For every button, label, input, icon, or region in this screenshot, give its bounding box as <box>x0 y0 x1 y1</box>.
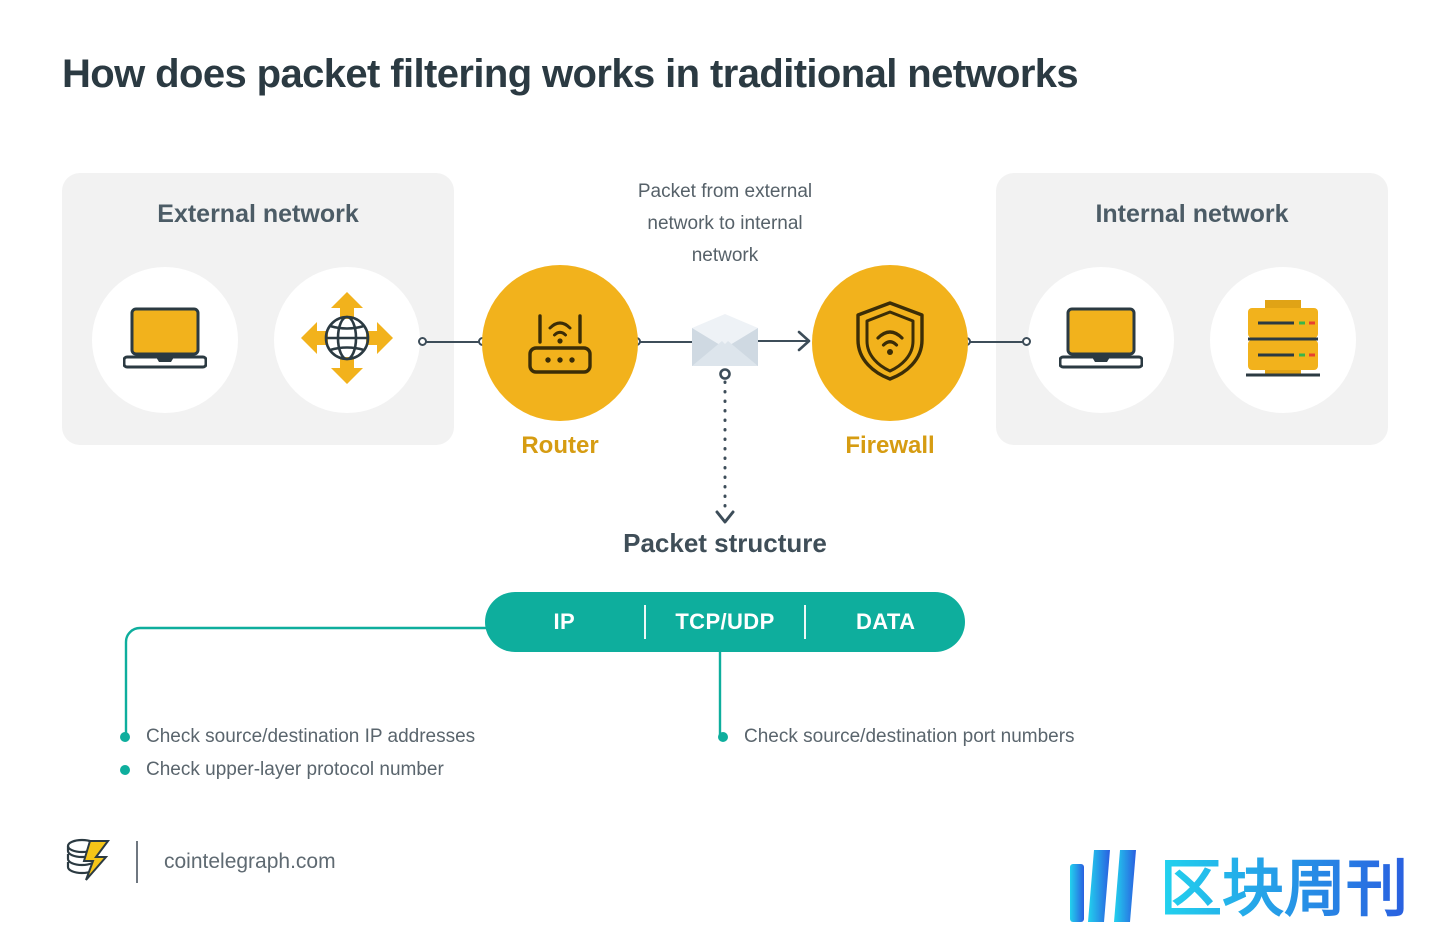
router-icon <box>522 306 598 381</box>
list-item-label: Check upper-layer protocol number <box>146 758 444 780</box>
packet-caption-line: network <box>691 245 759 266</box>
connector-envelope-firewall <box>758 328 818 361</box>
connector-firewall-internal <box>966 341 1028 343</box>
connector-dot <box>418 337 427 346</box>
laptop-icon <box>122 305 208 376</box>
packet-detail-connector <box>708 368 742 528</box>
shield-wifi-icon <box>853 300 927 387</box>
external-network-title: External network <box>157 200 359 228</box>
bullet-dot-icon <box>718 731 728 742</box>
envelope-icon <box>690 314 760 368</box>
footer-site[interactable]: cointelegraph.com <box>164 850 336 874</box>
firewall-node[interactable] <box>812 265 968 421</box>
footer: cointelegraph.com <box>60 833 336 890</box>
watermark-text: 区块周刊 <box>1160 852 1408 925</box>
cointelegraph-logo <box>60 833 112 890</box>
packet-field-divider <box>804 605 807 639</box>
packet-field-data: DATA <box>855 609 916 634</box>
ip-annotation-list: Check source/destination IP addresses Ch… <box>120 720 475 786</box>
list-item-label: Check source/destination port numbers <box>744 725 1075 747</box>
footer-divider <box>136 840 138 883</box>
packet-field-divider <box>643 605 646 639</box>
internal-server-disc <box>1210 267 1356 413</box>
list-item-label: Check source/destination IP addresses <box>146 725 476 747</box>
packet-field-tcp-udp: TCP/UDP <box>675 609 775 634</box>
list-item: Check upper-layer protocol number <box>120 753 475 786</box>
list-item: Check source/destination IP addresses <box>120 720 475 753</box>
router-label: Router <box>521 432 599 459</box>
infographic-canvas: How does packet filtering works in tradi… <box>0 0 1450 941</box>
connector-router-envelope <box>636 341 692 343</box>
packet-caption: Packet from external network to internal… <box>600 176 850 272</box>
external-network-panel: External network <box>62 173 454 445</box>
connector-external-router <box>422 341 484 343</box>
internal-laptop-disc <box>1028 267 1174 413</box>
server-icon <box>1240 295 1326 386</box>
globe-arrows-icon <box>299 290 395 391</box>
packet-field-ip: IP <box>553 609 576 634</box>
packet-caption-line: Packet from external <box>637 181 813 202</box>
packet-structure-title: Packet structure <box>623 528 827 558</box>
connector-dot <box>1022 337 1031 346</box>
firewall-label: Firewall <box>845 432 935 459</box>
watermark-logo: 区块周刊 <box>1068 846 1428 931</box>
external-laptop-disc <box>92 267 238 413</box>
bullet-dot-icon <box>120 764 130 775</box>
packet-structure-bar: IP TCP/UDP DATA <box>485 592 965 652</box>
packet-caption-line: network to internal <box>647 213 803 234</box>
page-title: How does packet filtering works in tradi… <box>62 52 1079 96</box>
list-item: Check source/destination port numbers <box>718 720 1075 753</box>
laptop-icon <box>1058 305 1144 376</box>
port-annotation-list: Check source/destination port numbers <box>718 720 1075 753</box>
external-globe-disc <box>274 267 420 413</box>
internal-network-panel: Internal network <box>996 173 1388 445</box>
internal-network-title: Internal network <box>1095 200 1289 228</box>
router-node[interactable] <box>482 265 638 421</box>
bullet-dot-icon <box>120 731 130 742</box>
